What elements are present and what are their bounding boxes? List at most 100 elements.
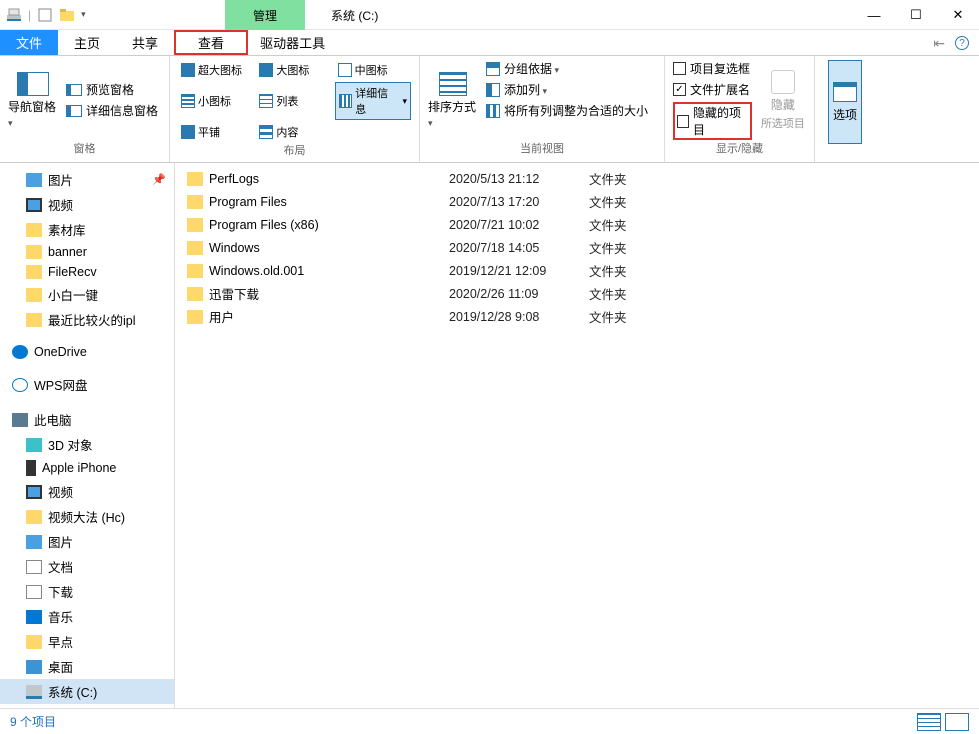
details-view-button[interactable] [917, 713, 941, 731]
maximize-button[interactable] [895, 0, 937, 30]
tree-downloads[interactable]: 下载 [0, 579, 174, 604]
drive-icon [26, 685, 42, 699]
tree-music[interactable]: 音乐 [0, 604, 174, 629]
group-by-button[interactable]: 分组依据 [486, 60, 648, 77]
fit-columns-button[interactable]: 将所有列调整为合适的大小 [486, 102, 648, 119]
tree-wps[interactable]: WPS网盘 [0, 372, 174, 397]
file-row[interactable]: Program Files2020/7/13 17:20文件夹 [175, 190, 979, 213]
tab-drive-tools[interactable]: 驱动器工具 [248, 30, 337, 55]
item-checkboxes-check[interactable]: 项目复选框 [673, 60, 752, 77]
file-row[interactable]: PerfLogs2020/5/13 21:12文件夹 [175, 167, 979, 190]
navigation-pane-button[interactable]: 导航窗格 [8, 60, 58, 140]
tree-filerecv[interactable]: FileRecv [0, 262, 174, 282]
folder-icon [26, 510, 42, 524]
hidden-items-check[interactable]: 隐藏的项目 [673, 102, 752, 140]
layout-details[interactable]: 详细信息▾ [335, 82, 411, 120]
tree-videos[interactable]: 视频 [0, 192, 174, 217]
file-ext-check[interactable]: 文件扩展名 [673, 81, 752, 98]
hide-sub-label: 所选项目 [761, 115, 805, 131]
tree-video-method[interactable]: 视频大法 (Hc) [0, 504, 174, 529]
tree-label: 视频 [48, 482, 73, 501]
preview-pane-button[interactable]: 预览窗格 [66, 81, 158, 98]
large-icons-view-button[interactable] [945, 713, 969, 731]
layout-large-icons[interactable]: 大图标 [256, 60, 332, 80]
tree-this-pc[interactable]: 此电脑 [0, 407, 174, 432]
checkbox-icon[interactable] [37, 7, 53, 23]
tree-recent-ipl[interactable]: 最近比较火的ipl [0, 307, 174, 332]
tab-home[interactable]: 主页 [58, 30, 116, 55]
tree-3d-objects[interactable]: 3D 对象 [0, 432, 174, 457]
file-row[interactable]: 用户2019/12/28 9:08文件夹 [175, 305, 979, 328]
huge-icons-icon [181, 63, 195, 77]
options-label: 选项 [833, 106, 857, 123]
pane-options: 预览窗格 详细信息窗格 [66, 60, 158, 140]
tree-pictures2[interactable]: 图片 [0, 529, 174, 554]
options-group-label [823, 144, 867, 158]
tree-xiaobai[interactable]: 小白一键 [0, 282, 174, 307]
tree-breakfast[interactable]: 早点 [0, 629, 174, 654]
hidden-items-label: 隐藏的项目 [693, 104, 748, 138]
tree-label: 视频 [48, 195, 73, 214]
folder-icon [26, 313, 42, 327]
help-icon[interactable]: ? [955, 36, 969, 50]
tree-onedrive[interactable]: OneDrive [0, 342, 174, 362]
details-pane-button[interactable]: 详细信息窗格 [66, 102, 158, 119]
minimize-button[interactable] [853, 0, 895, 30]
layout-huge-icons[interactable]: 超大图标 [178, 60, 254, 80]
layout-small-icons[interactable]: 小图标 [178, 82, 254, 120]
file-name: 用户 [209, 307, 449, 326]
content-icon [259, 125, 273, 139]
layout-tiles[interactable]: 平铺 [178, 122, 254, 142]
tree-label: 系统 (C:) [48, 682, 97, 701]
layout-group-label: 布局 [178, 142, 411, 160]
tree-iphone[interactable]: Apple iPhone [0, 457, 174, 479]
manage-contextual-tab[interactable]: 管理 [225, 0, 305, 30]
tree-banner[interactable]: banner [0, 242, 174, 262]
file-row[interactable]: Program Files (x86)2020/7/21 10:02文件夹 [175, 213, 979, 236]
tree-videos2[interactable]: 视频 [0, 479, 174, 504]
tree-desktop[interactable]: 桌面 [0, 654, 174, 679]
folder-icon[interactable] [59, 7, 75, 23]
navigation-tree[interactable]: 图片📌 视频 素材库 banner FileRecv 小白一键 最近比较火的ip… [0, 163, 175, 708]
status-bar: 9 个项目 [0, 708, 979, 734]
tree-documents[interactable]: 文档 [0, 554, 174, 579]
file-type: 文件夹 [589, 192, 669, 211]
options-button[interactable]: 选项 [828, 60, 862, 144]
3d-objects-icon [26, 438, 42, 452]
add-columns-icon [486, 83, 500, 97]
ribbon-group-current-view: 排序方式 分组依据 添加列 将所有列调整为合适的大小 当前视图 [420, 56, 665, 162]
add-columns-button[interactable]: 添加列 [486, 81, 648, 98]
tab-view[interactable]: 查看 [174, 30, 248, 55]
layout-small-label: 小图标 [198, 93, 231, 109]
tab-file[interactable]: 文件 [0, 30, 58, 55]
file-type: 文件夹 [589, 238, 669, 257]
videos-icon [26, 485, 42, 499]
tree-pictures[interactable]: 图片📌 [0, 167, 174, 192]
pin-icon[interactable]: ⇤ [933, 35, 945, 52]
layout-list[interactable]: 列表 [256, 82, 332, 120]
tree-label: 早点 [48, 632, 73, 651]
layout-medium-icons[interactable]: 中图标 [335, 60, 411, 80]
tab-share[interactable]: 共享 [116, 30, 174, 55]
videos-icon [26, 198, 42, 212]
folder-icon [26, 635, 42, 649]
file-list[interactable]: PerfLogs2020/5/13 21:12文件夹 Program Files… [175, 163, 979, 708]
hide-selected-button[interactable]: 隐藏 所选项目 [760, 60, 806, 140]
tree-label: OneDrive [34, 345, 87, 359]
file-row[interactable]: 迅雷下载2020/2/26 11:09文件夹 [175, 282, 979, 305]
title-bar: | ▾ 管理 系统 (C:) [0, 0, 979, 30]
large-icons-icon [259, 63, 273, 77]
preview-pane-icon [66, 84, 82, 96]
sort-by-button[interactable]: 排序方式 [428, 60, 478, 140]
close-button[interactable] [937, 0, 979, 30]
file-row[interactable]: Windows.old.0012019/12/21 12:09文件夹 [175, 259, 979, 282]
file-date: 2020/5/13 21:12 [449, 172, 589, 186]
preview-pane-label: 预览窗格 [86, 81, 134, 98]
qat-dropdown-icon[interactable]: ▾ [81, 9, 86, 20]
tree-system-c[interactable]: 系统 (C:) [0, 679, 174, 704]
tree-label: WPS网盘 [34, 375, 87, 394]
layout-content[interactable]: 内容 [256, 122, 332, 142]
ribbon: 导航窗格 预览窗格 详细信息窗格 窗格 超大图标 大图标 中图标 小图标 [0, 56, 979, 163]
file-row[interactable]: Windows2020/7/18 14:05文件夹 [175, 236, 979, 259]
tree-material[interactable]: 素材库 [0, 217, 174, 242]
